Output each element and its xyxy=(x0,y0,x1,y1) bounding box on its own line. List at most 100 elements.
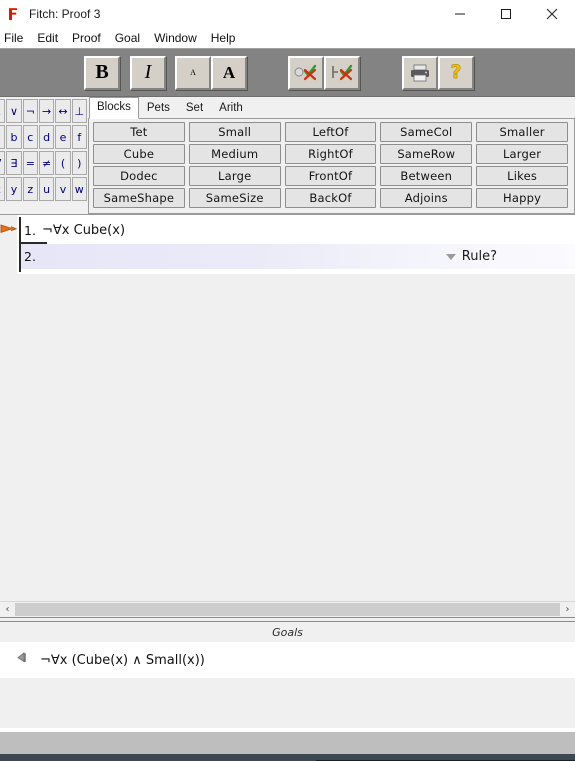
symbol-key-and[interactable]: ∧ xyxy=(0,99,6,123)
menu-item-edit[interactable]: Edit xyxy=(30,28,65,48)
symbol-key-w[interactable]: w xyxy=(71,177,87,201)
predicate-button-adjoins[interactable]: Adjoins xyxy=(380,188,473,208)
symbol-key-bottom[interactable]: ⊥ xyxy=(71,99,87,123)
symbol-key-d[interactable]: d xyxy=(38,125,55,149)
symbol-key-not-equals[interactable]: ≠ xyxy=(38,151,55,175)
predicate-button-likes[interactable]: Likes xyxy=(476,166,568,186)
symbol-key-implies[interactable]: → xyxy=(38,99,55,123)
symbol-key-or[interactable]: ∨ xyxy=(6,99,22,123)
menu-item-proof[interactable]: Proof xyxy=(65,28,108,48)
scrollbar-track[interactable] xyxy=(15,603,560,616)
predicate-button-medium[interactable]: Medium xyxy=(188,144,281,164)
predicate-button-leftof[interactable]: LeftOf xyxy=(284,122,377,142)
predicate-button-samerow[interactable]: SameRow xyxy=(380,144,473,164)
predicate-button-small[interactable]: Small xyxy=(188,122,281,142)
palette-row: x y z u v w xyxy=(0,177,88,203)
predicate-button-sameshape[interactable]: SameShape xyxy=(93,188,185,208)
symbol-key-c[interactable]: c xyxy=(22,125,38,149)
bottom-filler xyxy=(0,706,575,728)
scroll-left-arrow-icon[interactable]: ‹ xyxy=(0,602,15,618)
rule-selector[interactable]: Rule? xyxy=(445,249,497,264)
menu-item-help[interactable]: Help xyxy=(204,28,243,48)
symbol-key-e[interactable]: e xyxy=(55,125,71,149)
check-sentence-icon[interactable] xyxy=(288,55,324,90)
predicate-panel: Blocks Pets Set Arith Tet Small LeftOf S… xyxy=(88,97,575,214)
bold-button[interactable]: B xyxy=(84,55,120,90)
symbol-key-equals[interactable]: = xyxy=(22,151,38,175)
symbol-key-lparen[interactable]: ( xyxy=(55,151,71,175)
proof-line-2[interactable]: 2. Rule? xyxy=(21,244,575,269)
symbol-key-forall[interactable]: ∀ xyxy=(0,151,6,175)
tab-pets[interactable]: Pets xyxy=(139,98,178,119)
proof-area[interactable]: 1. ¬∀x Cube(x) 2. Rule? xyxy=(0,215,575,601)
maximize-icon[interactable] xyxy=(483,0,529,28)
symbol-key-f[interactable]: f xyxy=(71,125,87,149)
italic-button[interactable]: I xyxy=(130,55,166,90)
symbol-key-not[interactable]: ¬ xyxy=(22,99,38,123)
symbol-and-predicate-section: ∧ ∨ ¬ → ↔ ⊥ a b c d e f ∀ ∃ = ≠ ( ) xyxy=(0,97,575,215)
font-small-label: A xyxy=(190,68,196,77)
tab-arith[interactable]: Arith xyxy=(211,98,251,119)
predicate-button-backof[interactable]: BackOf xyxy=(284,188,377,208)
predicate-button-samecol[interactable]: SameCol xyxy=(380,122,473,142)
predicate-button-smaller[interactable]: Smaller xyxy=(476,122,568,142)
fitch-window: Fitch: Proof 3 File Edit Proof Goal Wind… xyxy=(0,0,575,761)
symbol-key-exists[interactable]: ∃ xyxy=(6,151,22,175)
close-icon[interactable] xyxy=(529,0,575,28)
font-larger-button[interactable]: A xyxy=(211,55,247,90)
scroll-right-arrow-icon[interactable]: › xyxy=(560,602,575,618)
goals-empty-space xyxy=(0,678,575,706)
symbol-key-rparen[interactable]: ) xyxy=(71,151,87,175)
predicate-button-larger[interactable]: Larger xyxy=(476,144,568,164)
symbol-key-iff[interactable]: ↔ xyxy=(55,99,71,123)
menu-item-goal[interactable]: Goal xyxy=(108,28,147,48)
palette-row: ∀ ∃ = ≠ ( ) xyxy=(0,151,88,177)
symbol-key-a[interactable]: a xyxy=(0,125,6,149)
predicate-row: Cube Medium RightOf SameRow Larger xyxy=(91,143,570,165)
predicate-button-dodec[interactable]: Dodec xyxy=(93,166,185,186)
palette-row: ∧ ∨ ¬ → ↔ ⊥ xyxy=(0,99,88,125)
toolbar-actions-group: ? xyxy=(402,55,474,90)
predicate-button-frontof[interactable]: FrontOf xyxy=(284,166,377,186)
symbol-key-b[interactable]: b xyxy=(6,125,22,149)
predicate-button-rightof[interactable]: RightOf xyxy=(284,144,377,164)
question-mark-icon[interactable]: ? xyxy=(438,55,474,90)
symbol-key-y[interactable]: y xyxy=(6,177,22,201)
toolbar-format-group: B I A A xyxy=(83,55,247,90)
toolbar: B I A A ? xyxy=(0,49,575,97)
predicate-button-between[interactable]: Between xyxy=(380,166,473,186)
goals-title: Goals xyxy=(272,625,303,639)
predicate-button-large[interactable]: Large xyxy=(188,166,281,186)
horizontal-scrollbar[interactable]: ‹ › xyxy=(0,601,575,617)
predicate-row: Dodec Large FrontOf Between Likes xyxy=(91,165,570,187)
menu-item-window[interactable]: Window xyxy=(147,28,204,48)
proof-line-1[interactable]: 1. ¬∀x Cube(x) xyxy=(21,218,575,243)
predicate-button-tet[interactable]: Tet xyxy=(93,122,185,142)
predicate-button-cube[interactable]: Cube xyxy=(93,144,185,164)
tab-set[interactable]: Set xyxy=(178,98,211,119)
minimize-icon[interactable] xyxy=(437,0,483,28)
predicate-button-happy[interactable]: Happy xyxy=(476,188,568,208)
tab-strip: Blocks Pets Set Arith xyxy=(88,97,575,119)
window-title: Fitch: Proof 3 xyxy=(29,7,101,21)
printer-icon[interactable] xyxy=(402,55,438,90)
font-smaller-button[interactable]: A xyxy=(175,55,211,90)
predicate-button-samesize[interactable]: SameSize xyxy=(188,188,281,208)
window-controls xyxy=(437,0,575,28)
proof-line-number: 2. xyxy=(24,249,36,264)
orange-flag-icon[interactable] xyxy=(0,221,18,237)
proof-line-formula[interactable]: ¬∀x Cube(x) xyxy=(39,223,125,238)
tab-blocks[interactable]: Blocks xyxy=(89,97,139,119)
gray-flag-icon[interactable] xyxy=(14,650,30,671)
symbol-key-v[interactable]: v xyxy=(55,177,71,201)
symbol-key-x[interactable]: x xyxy=(0,177,6,201)
chevron-down-icon[interactable] xyxy=(445,253,456,260)
bold-label: B xyxy=(95,61,109,83)
proof-line-number: 1. xyxy=(24,223,36,238)
symbol-key-u[interactable]: u xyxy=(38,177,55,201)
goals-list: ¬∀x (Cube(x) ∧ Small(x)) xyxy=(0,642,575,678)
menu-item-file[interactable]: File xyxy=(2,28,30,48)
symbol-key-z[interactable]: z xyxy=(22,177,38,201)
rule-label: Rule? xyxy=(461,249,497,264)
check-proof-icon[interactable] xyxy=(324,55,360,90)
